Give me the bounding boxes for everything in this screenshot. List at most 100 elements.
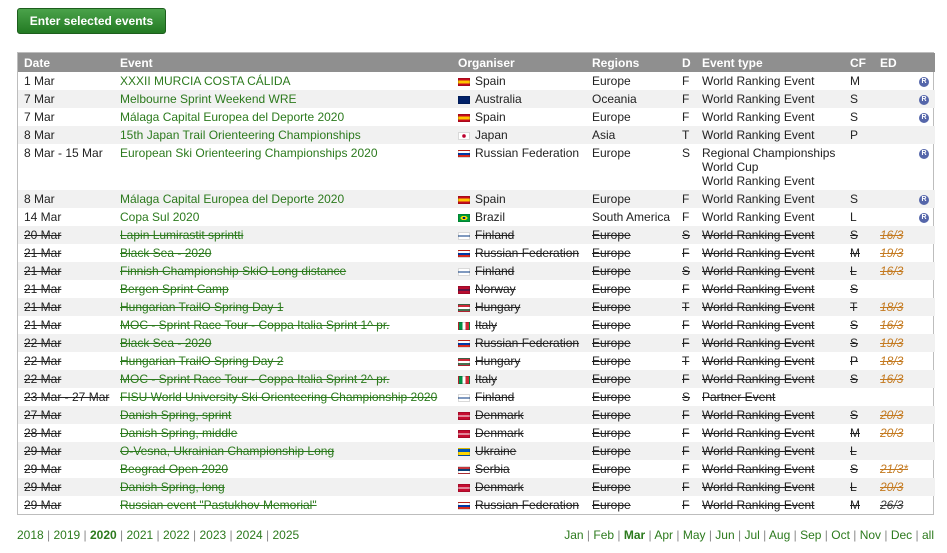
event-name-link[interactable]: Danish Spring, middle [114,424,452,442]
year-link-2024[interactable]: 2024 [236,528,263,542]
event-type: World Ranking Event [696,316,844,334]
event-name-link[interactable]: Lapin Lumirastit sprintti [114,226,452,244]
world-ranking-icon[interactable]: R [919,194,929,205]
event-name-link[interactable]: Russian event "Pastukhov Memorial" [114,496,452,514]
month-link-may[interactable]: May [683,528,706,542]
event-name-link[interactable]: Danish Spring, sprint [114,406,452,424]
event-type: World Ranking Event [696,496,844,514]
competition-format: M [850,246,860,260]
month-link-aug[interactable]: Aug [769,528,790,542]
discipline: F [682,282,690,296]
event-type-item: World Ranking Event [702,426,815,440]
flag-au-icon [458,96,470,104]
month-link-jul[interactable]: Jul [744,528,759,542]
column-header-ed: ED [874,53,913,72]
month-link-oct[interactable]: Oct [831,528,850,542]
year-link-2020[interactable]: 2020 [90,528,117,542]
year-link-2023[interactable]: 2023 [200,528,227,542]
competition-format: S [844,334,874,352]
world-ranking-icon[interactable]: R [919,112,929,123]
month-link-feb[interactable]: Feb [593,528,614,542]
organiser: Russian Federation [452,334,586,352]
world-ranking-icon[interactable]: R [919,212,929,223]
event-name-link[interactable]: Melbourne Sprint Weekend WRE [114,90,452,108]
event-date: 22 Mar [24,354,62,368]
organiser: Spain [452,72,586,90]
event-name-link[interactable]: 15th Japan Trail Orienteering Championsh… [114,126,452,144]
entry-deadline: 18/3 [880,354,904,368]
month-link-jan[interactable]: Jan [564,528,583,542]
entry-deadline [874,144,913,190]
year-link-2022[interactable]: 2022 [163,528,190,542]
month-link-dec[interactable]: Dec [891,528,912,542]
discipline: F [682,246,690,260]
ranking-cell: R [913,144,935,190]
event-type: World Ranking Event [696,72,844,90]
event-name-link[interactable]: Finnish Championship SkiO Long distance [114,262,452,280]
region: Europe [586,370,676,388]
month-link-nov[interactable]: Nov [860,528,881,542]
region: Europe [592,110,631,124]
nav-separator: | [226,528,236,542]
organiser: Finland [452,262,586,280]
event-type-item: World Ranking Event [702,128,815,142]
discipline: F [682,462,690,476]
organiser-name: Hungary [475,354,521,368]
discipline: F [682,110,690,124]
event-name-link[interactable]: MOC - Sprint Race Tour - Coppa Italia Sp… [114,316,452,334]
event-name-link[interactable]: Hungarian TrailO Spring Day 2 [114,352,452,370]
month-navigation: Jan | Feb | Mar | Apr | May | Jun | Jul … [564,528,934,542]
ranking-cell [913,126,935,144]
competition-format: S [850,318,859,332]
nav-separator: | [849,528,860,542]
event-type: World Ranking Event [696,370,844,388]
column-header-date: Date [18,53,114,72]
event-name-link[interactable]: Copa Sul 2020 [114,208,452,226]
event-name-link[interactable]: O-Vesna, Ukrainian Championship Long [114,442,452,460]
event-name-link[interactable]: Beograd Open 2020 [114,460,452,478]
enter-selected-events-button[interactable]: Enter selected events [17,8,166,34]
column-header-d: D [676,53,696,72]
event-name-link[interactable]: MOC - Sprint Race Tour - Coppa Italia Sp… [114,370,452,388]
world-ranking-icon[interactable]: R [919,148,929,159]
nav-separator: | [153,528,163,542]
month-link-jun[interactable]: Jun [715,528,734,542]
event-name-link[interactable]: Málaga Capital Europea del Deporte 2020 [114,108,452,126]
month-link-apr[interactable]: Apr [654,528,673,542]
world-ranking-icon[interactable]: R [919,94,929,105]
month-link-sep[interactable]: Sep [800,528,821,542]
year-link-2018[interactable]: 2018 [17,528,44,542]
year-link-2019[interactable]: 2019 [54,528,81,542]
month-link-all[interactable]: all [922,528,934,542]
organiser-name: Brazil [475,210,506,224]
event-type-item: World Ranking Event [702,92,815,106]
nav-separator: | [43,528,54,542]
entry-deadline [874,280,913,298]
ranking-cell [913,280,935,298]
month-link-mar[interactable]: Mar [624,528,645,542]
event-name-link[interactable]: Black Sea - 2020 [114,244,452,262]
event-name-link[interactable]: Málaga Capital Europea del Deporte 2020 [114,190,452,208]
table-row: 22 Mar MOC - Sprint Race Tour - Coppa Ita… [18,370,935,388]
region: Europe [586,478,676,496]
table-row: 7 Mar Melbourne Sprint Weekend WRE Austral… [18,90,935,108]
event-name-link[interactable]: Bergen Sprint Camp [114,280,452,298]
event-name-link[interactable]: Black Sea - 2020 [114,334,452,352]
event-date: 22 Mar [18,370,114,388]
event-name-link[interactable]: FISU World University Ski Orienteering C… [114,388,452,406]
event-name-link[interactable]: Danish Spring, long [114,478,452,496]
event-date: 8 Mar [18,190,114,208]
event-name-link[interactable]: Hungarian TrailO Spring Day 1 [114,298,452,316]
ranking-cell [913,370,935,388]
year-link-2025[interactable]: 2025 [273,528,300,542]
event-name-link[interactable]: XXXII MURCIA COSTA CÁLIDA [114,72,452,90]
competition-format: S [850,282,859,296]
region: Europe [586,442,676,460]
year-link-2021[interactable]: 2021 [127,528,154,542]
flag-no-icon [458,286,470,294]
event-date: 7 Mar [18,90,114,108]
world-ranking-icon[interactable]: R [919,76,929,87]
event-name-link[interactable]: European Ski Orienteering Championships … [114,144,452,190]
organiser: Norway [452,280,586,298]
ranking-cell [913,496,935,514]
